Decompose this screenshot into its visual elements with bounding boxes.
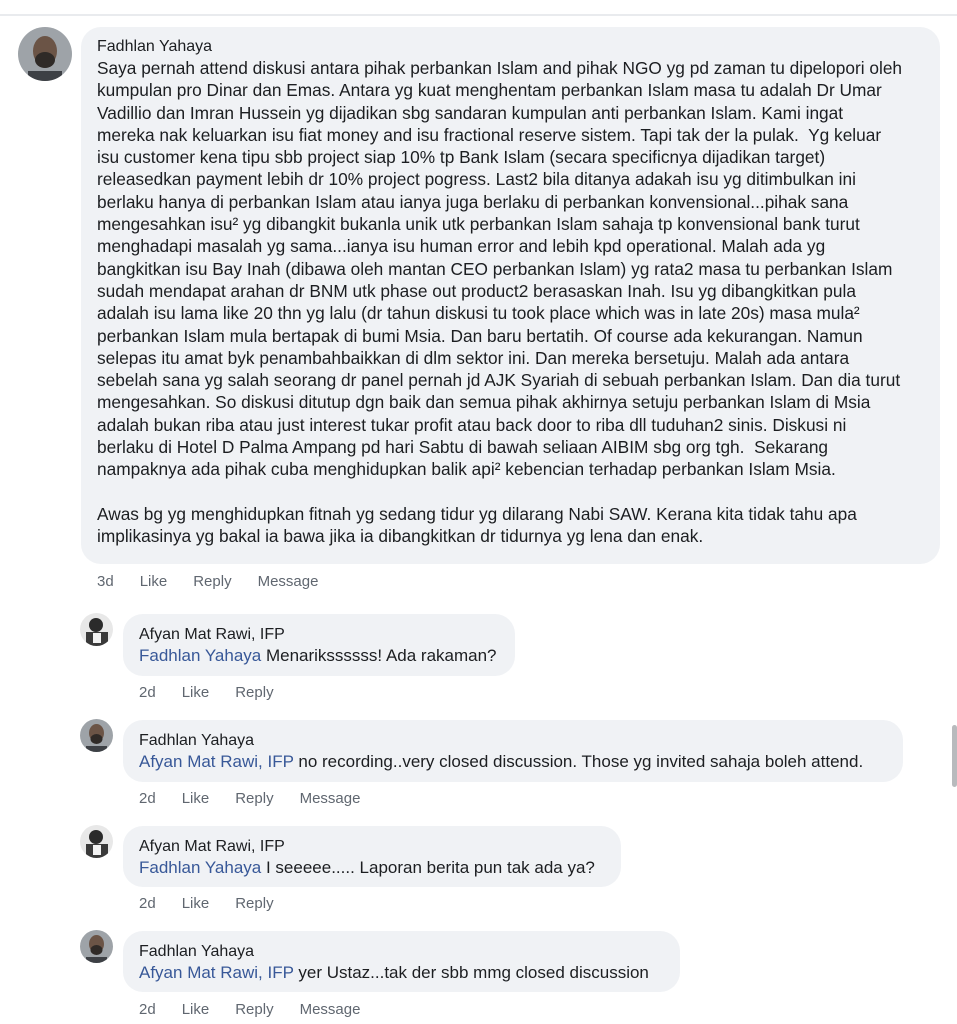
comment-line: berlaku di Hotel D Palma Ampang pd hari … xyxy=(97,437,829,458)
reply-text: Fadhlan Yahaya Menarikssssss! Ada rakama… xyxy=(139,645,499,667)
reply-button[interactable]: Reply xyxy=(235,895,273,912)
mention-link[interactable]: Fadhlan Yahaya xyxy=(139,858,261,877)
reply-author[interactable]: Afyan Mat Rawi, IFP xyxy=(139,625,499,645)
main-comment-actions: 3d Like Reply Message xyxy=(97,573,344,590)
reply-message: I seeeee..... Laporan berita pun tak ada… xyxy=(261,858,595,877)
avatar-fadhlan[interactable] xyxy=(18,27,72,81)
reply-bubble: Afyan Mat Rawi, IFP Fadhlan Yahaya I see… xyxy=(123,826,621,887)
comment-timestamp[interactable]: 3d xyxy=(97,573,114,590)
mention-link[interactable]: Fadhlan Yahaya xyxy=(139,646,261,665)
like-button[interactable]: Like xyxy=(140,573,168,590)
reply-author[interactable]: Afyan Mat Rawi, IFP xyxy=(139,837,605,857)
message-button[interactable]: Message xyxy=(258,573,319,590)
comment-line: nampaknya ada pihak cuba menghidupkan ba… xyxy=(97,459,836,480)
comment-line: sudah mendapat arahan dr BNM utk phase o… xyxy=(97,280,856,301)
reply-text: Afyan Mat Rawi, IFP yer Ustaz...tak der … xyxy=(139,962,664,984)
message-button[interactable]: Message xyxy=(300,1001,361,1018)
comment-line: kumpulan pro Dinar dan Emas. Antara yg k… xyxy=(97,80,882,101)
comment-line: Awas bg yg menghidupkan fitnah yg sedang… xyxy=(97,503,857,524)
main-comment-bubble: Fadhlan Yahaya Saya pernah attend diskus… xyxy=(81,27,940,564)
reply-message: no recording..very closed discussion. Th… xyxy=(293,752,864,771)
reply-bubble: Fadhlan Yahaya Afyan Mat Rawi, IFP no re… xyxy=(123,720,903,782)
reply-bubble: Fadhlan Yahaya Afyan Mat Rawi, IFP yer U… xyxy=(123,931,680,992)
avatar-afyan[interactable] xyxy=(80,825,113,858)
mention-link[interactable]: Afyan Mat Rawi, IFP xyxy=(139,963,294,982)
reply-button[interactable]: Reply xyxy=(235,1001,273,1018)
comment-line: adalah bukan riba atau just interest tuk… xyxy=(97,414,847,435)
reply-text: Fadhlan Yahaya I seeeee..... Laporan ber… xyxy=(139,857,605,879)
like-button[interactable]: Like xyxy=(182,790,210,807)
reply-actions: 2d Like Reply Message xyxy=(139,1001,386,1018)
comment-line: releasedkan payment lebih dr 10% project… xyxy=(97,169,856,190)
like-button[interactable]: Like xyxy=(182,895,210,912)
comment-line: isu customer kena tipu sbb project siap … xyxy=(97,147,826,168)
reply-bubble: Afyan Mat Rawi, IFP Fadhlan Yahaya Menar… xyxy=(123,614,515,676)
reply-message: Menarikssssss! Ada rakaman? xyxy=(261,646,497,665)
comment-line: berlaku hanya di perbankan Islam atau ia… xyxy=(97,191,849,212)
top-divider xyxy=(0,0,957,16)
reply-author[interactable]: Fadhlan Yahaya xyxy=(139,731,887,751)
comment-line: sebelah sana yg salah seorang dr panel p… xyxy=(97,370,901,391)
comment-line: adalah isu lama like 20 thn yg lalu (dr … xyxy=(97,303,860,324)
reply-actions: 2d Like Reply Message xyxy=(139,790,386,807)
scrollbar-thumb[interactable] xyxy=(952,725,957,787)
reply-timestamp[interactable]: 2d xyxy=(139,684,156,701)
mention-link[interactable]: Afyan Mat Rawi, IFP xyxy=(139,752,294,771)
comment-line: mereka nak keluarkan isu fiat money and … xyxy=(97,124,882,145)
avatar-afyan[interactable] xyxy=(80,613,113,646)
like-button[interactable]: Like xyxy=(182,684,210,701)
reply-message: yer Ustaz...tak der sbb mmg closed discu… xyxy=(293,963,649,982)
reply-actions: 2d Like Reply xyxy=(139,895,300,912)
message-button[interactable]: Message xyxy=(300,790,361,807)
reply-button[interactable]: Reply xyxy=(193,573,231,590)
reply-actions: 2d Like Reply xyxy=(139,684,300,701)
reply-timestamp[interactable]: 2d xyxy=(139,1001,156,1018)
comment-line: mengesahkan isu² yg dibangkit bukanla un… xyxy=(97,214,860,235)
comment-line: mengesahkan. So diskusi ditutup dgn baik… xyxy=(97,392,871,413)
comment-body: Saya pernah attend diskusi antara pihak … xyxy=(97,57,923,548)
comment-line: perbankan Islam mula bertapak di bumi Ms… xyxy=(97,325,863,346)
like-button[interactable]: Like xyxy=(182,1001,210,1018)
avatar-fadhlan[interactable] xyxy=(80,719,113,752)
comment-line xyxy=(97,481,923,503)
reply-button[interactable]: Reply xyxy=(235,790,273,807)
comment-line: implikasinya yg bakal ia bawa jika ia di… xyxy=(97,526,704,547)
reply-timestamp[interactable]: 2d xyxy=(139,790,156,807)
reply-timestamp[interactable]: 2d xyxy=(139,895,156,912)
avatar-fadhlan[interactable] xyxy=(80,930,113,963)
reply-author[interactable]: Fadhlan Yahaya xyxy=(139,942,664,962)
reply-text: Afyan Mat Rawi, IFP no recording..very c… xyxy=(139,751,887,773)
comment-line: selepas itu amat byk penambahbaikkan di … xyxy=(97,347,850,368)
comment-line: menghadapi masalah yg sama...ianya isu h… xyxy=(97,236,826,257)
comment-line: Vadillio dan Imran Hussein yg dijadikan … xyxy=(97,102,844,123)
comment-line: bangkitkan isu Bay Inah (dibawa oleh man… xyxy=(97,258,893,279)
comment-line: Saya pernah attend diskusi antara pihak … xyxy=(97,58,903,78)
reply-button[interactable]: Reply xyxy=(235,684,273,701)
comment-author[interactable]: Fadhlan Yahaya xyxy=(97,37,923,57)
